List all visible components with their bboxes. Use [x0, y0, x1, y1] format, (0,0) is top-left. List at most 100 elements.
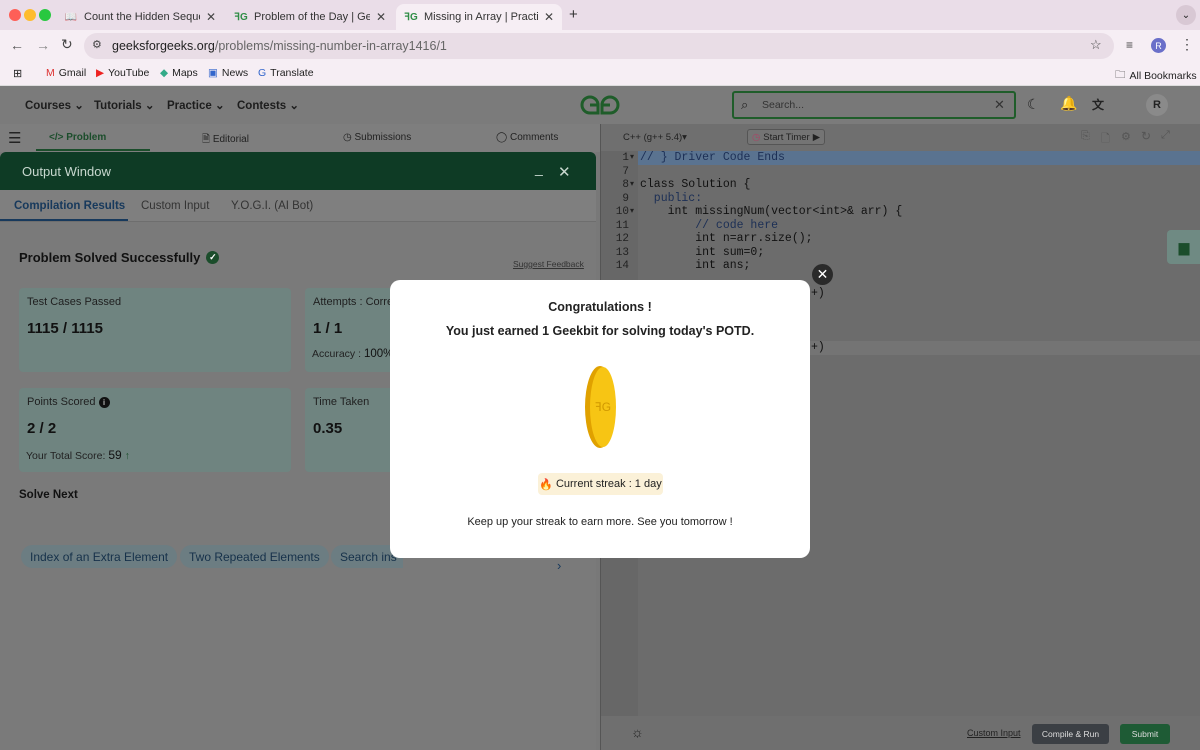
gfg-logo-icon[interactable]	[578, 94, 622, 116]
tab-problem[interactable]: </> Problem	[49, 132, 106, 143]
all-bookmarks[interactable]: 🗀 All Bookmarks	[1115, 67, 1197, 85]
tab-title: Missing in Array | Practice | GeeksforGe…	[424, 11, 538, 23]
reload-icon[interactable]: ↻	[61, 36, 73, 53]
bookmark-news[interactable]: ▣ News	[208, 67, 248, 79]
tab-compilation-results[interactable]: Compilation Results	[14, 200, 125, 212]
card-label: Test Cases Passed	[27, 296, 122, 308]
custom-input-link[interactable]: Custom Input	[967, 728, 1021, 738]
dark-mode-icon[interactable]: ☾	[1027, 96, 1040, 113]
file-icon[interactable]: 🗋	[1101, 130, 1110, 149]
forward-arrow-icon[interactable]: →	[36, 37, 50, 53]
browser-tab-1[interactable]: 📖 Count the Hidden Sequences ✕	[56, 4, 224, 30]
language-icon[interactable]: 文	[1092, 96, 1104, 113]
hamburger-menu-icon[interactable]: ☰	[8, 129, 21, 147]
code-line-fragment[interactable]: +)	[811, 287, 825, 300]
close-tab-icon[interactable]: ✕	[544, 10, 554, 24]
code-line-fragment[interactable]: +)	[811, 341, 825, 354]
nav-contests[interactable]: Contests ⌄	[237, 98, 299, 112]
tab-custom-input[interactable]: Custom Input	[141, 200, 209, 212]
chip-label: Index of an Extra Element	[30, 549, 169, 564]
bookmark-gmail[interactable]: M Gmail	[46, 67, 86, 79]
apps-grid-icon[interactable]: ⊞	[13, 67, 22, 80]
submit-button[interactable]: Submit	[1120, 724, 1170, 744]
code-line[interactable]: int sum=0;	[640, 246, 764, 259]
start-timer-button[interactable]: ◷ Start Timer ▶	[747, 129, 825, 145]
tab-search-button[interactable]: ⌄	[1176, 5, 1196, 25]
news-icon: ▣	[208, 67, 218, 79]
modal-close-button[interactable]: ✕	[812, 264, 833, 285]
translate-icon: G	[258, 67, 267, 79]
tab-yogi-ai-bot[interactable]: Y.O.G.I. (AI Bot)	[231, 200, 313, 212]
settings-icon[interactable]: ⚙	[1121, 130, 1131, 143]
tab-comments[interactable]: ◯ Comments	[496, 132, 558, 143]
site-search-input[interactable]: ⌕ Search... ✕	[732, 91, 1016, 119]
minimize-icon[interactable]: _	[535, 160, 543, 176]
new-tab-button[interactable]: +	[569, 6, 578, 23]
bookmark-youtube[interactable]: ▶ YouTube	[96, 67, 149, 79]
line-number: 10	[615, 206, 629, 218]
editor-footer: ☼ Custom Input Compile & Run Submit	[601, 716, 1200, 750]
reset-icon[interactable]: ↻	[1141, 129, 1151, 143]
code-line[interactable]: int ans;	[640, 259, 750, 272]
tab-label: Comments	[509, 132, 559, 143]
copy-icon[interactable]: ⎘	[1081, 130, 1090, 143]
chevron-down-icon: ⌄	[144, 100, 155, 112]
fold-arrow-icon[interactable]: ▾	[630, 152, 634, 161]
tab-editorial[interactable]: 🗎 Editorial	[202, 132, 249, 149]
tab-label: Submissions	[354, 132, 412, 143]
code-line[interactable]: int n=arr.size();	[640, 232, 812, 245]
test-cases-card: Test Cases Passed 1115 / 1115	[19, 288, 291, 372]
card-value: 2 / 2	[27, 420, 57, 437]
code-line[interactable]: public:	[640, 192, 702, 205]
browser-menu-icon[interactable]: ⋮	[1180, 36, 1194, 53]
next-problem-chip[interactable]: Index of an Extra Element	[21, 545, 178, 568]
nav-label: Practice	[167, 100, 212, 112]
code-line[interactable]: int missingNum(vector<int>& arr) {	[640, 205, 903, 218]
line-number: 7	[622, 165, 629, 178]
profile-avatar[interactable]: R	[1151, 38, 1166, 53]
suggest-feedback-link[interactable]: Suggest Feedback	[513, 259, 584, 269]
notification-bell-icon[interactable]: 🔔	[1060, 95, 1077, 112]
fullscreen-icon[interactable]: ⤢	[1161, 129, 1170, 142]
bookmark-translate[interactable]: G Translate	[258, 67, 314, 79]
nav-label: Courses	[25, 100, 72, 112]
maximize-window-button[interactable]	[39, 9, 51, 21]
tab-submissions[interactable]: ◷ Submissions	[343, 132, 411, 143]
nav-tutorials[interactable]: Tutorials ⌄	[94, 98, 155, 112]
browser-tab-3-active[interactable]: ꟻG Missing in Array | Practice | Geeksfo…	[396, 4, 562, 30]
close-tab-icon[interactable]: ✕	[206, 10, 216, 24]
nav-courses[interactable]: Courses ⌄	[25, 98, 84, 112]
close-icon[interactable]: ✕	[558, 163, 571, 181]
timer-icon: ◷	[751, 131, 761, 143]
url-input[interactable]: ⚙ geeksforgeeks.org/problems/missing-num…	[84, 33, 1114, 59]
compile-run-button[interactable]: Compile & Run	[1032, 724, 1109, 744]
info-icon[interactable]: i	[98, 397, 110, 408]
bookmark-label: Translate	[270, 67, 314, 79]
site-info-icon[interactable]: ⚙	[92, 38, 102, 51]
bookmark-star-icon[interactable]: ☆	[1090, 37, 1102, 53]
chat-bubble-icon[interactable]: ▆	[1167, 230, 1200, 264]
lightbulb-icon[interactable]: ☼	[631, 724, 644, 740]
modal-message: You just earned 1 Geekbit for solving to…	[445, 324, 755, 338]
close-window-button[interactable]	[9, 9, 21, 21]
clear-search-icon[interactable]: ✕	[994, 97, 1005, 113]
code-line[interactable]: // code here	[640, 219, 778, 232]
folder-icon: 🗀	[1115, 69, 1126, 81]
output-window-header: Output Window _ ✕	[0, 152, 596, 190]
fold-arrow-icon[interactable]: ▾	[630, 206, 634, 215]
fold-arrow-icon[interactable]: ▾	[630, 179, 634, 188]
close-tab-icon[interactable]: ✕	[376, 10, 386, 24]
minimize-window-button[interactable]	[24, 9, 36, 21]
browser-tab-2[interactable]: ꟻG Problem of the Day | GeeksforGeeks ✕	[226, 4, 394, 30]
user-avatar[interactable]: R	[1146, 94, 1168, 116]
next-problem-chip[interactable]: Two Repeated Elements	[180, 545, 329, 568]
code-line[interactable]: class Solution {	[640, 178, 750, 191]
code-line[interactable]: // } Driver Code Ends	[640, 151, 785, 164]
timer-label: Start Timer	[763, 131, 810, 143]
chevron-right-icon[interactable]: ›	[557, 558, 561, 573]
back-arrow-icon[interactable]: ←	[10, 37, 24, 53]
bookmark-maps[interactable]: ◆ Maps	[160, 67, 198, 79]
language-select[interactable]: C++ (g++ 5.4)▾	[623, 132, 687, 143]
nav-practice[interactable]: Practice ⌄	[167, 98, 225, 112]
media-control-icon[interactable]: ≡	[1126, 38, 1133, 52]
